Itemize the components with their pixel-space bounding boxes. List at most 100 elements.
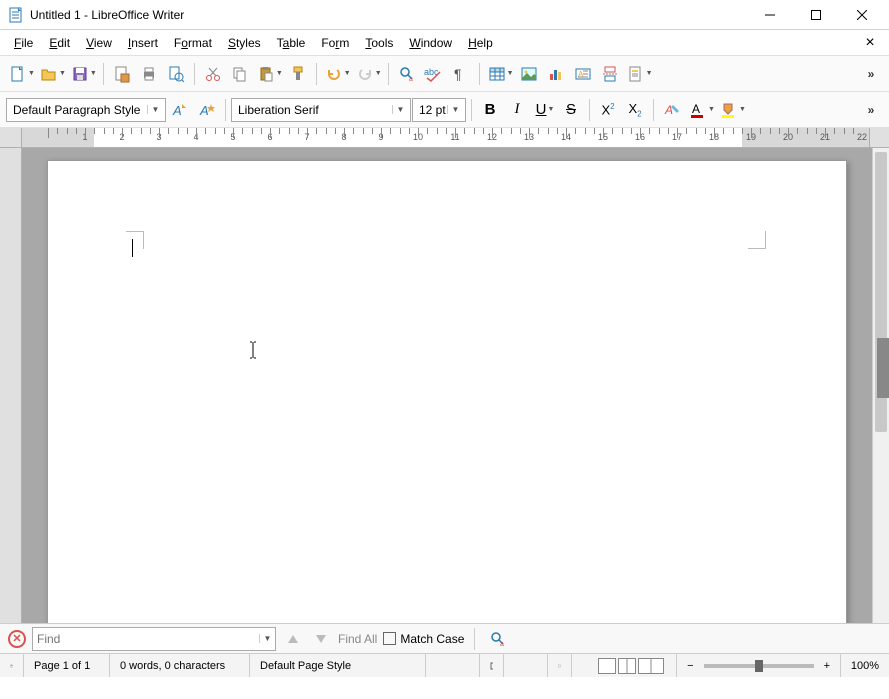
page[interactable] — [47, 160, 847, 623]
insert-table-button[interactable]: ▼ — [485, 61, 515, 87]
menu-insert[interactable]: Insert — [120, 33, 166, 53]
menu-tools[interactable]: Tools — [357, 33, 401, 53]
find-toolbar: ✕ ▼ Find All Match Case a — [0, 623, 889, 653]
svg-text:a: a — [409, 76, 413, 83]
find-options-button[interactable]: a — [485, 626, 511, 652]
print-button[interactable] — [136, 61, 162, 87]
document-area — [0, 148, 889, 623]
paste-button[interactable]: ▼ — [254, 61, 284, 87]
document-canvas[interactable] — [22, 148, 872, 623]
title-bar: Untitled 1 - LibreOffice Writer — [0, 0, 889, 30]
undo-button[interactable]: ▼ — [322, 61, 352, 87]
print-preview-button[interactable] — [163, 61, 189, 87]
svg-text:A: A — [199, 103, 209, 118]
menu-bar: File Edit View Insert Format Styles Tabl… — [0, 30, 889, 56]
svg-text:a: a — [500, 641, 504, 648]
single-page-view-button[interactable] — [598, 658, 616, 674]
clone-formatting-button[interactable] — [285, 61, 311, 87]
find-previous-button[interactable] — [282, 629, 304, 649]
font-color-button[interactable]: A▼ — [686, 97, 716, 123]
word-count-status[interactable]: 0 words, 0 characters — [110, 654, 250, 677]
formatting-toolbar: Default Paragraph Style▼ A A Liberation … — [0, 92, 889, 128]
menu-table[interactable]: Table — [269, 33, 314, 53]
save-status-icon[interactable] — [0, 654, 24, 677]
zoom-percent[interactable]: 100% — [841, 654, 889, 677]
maximize-button[interactable] — [793, 0, 839, 30]
menu-window[interactable]: Window — [401, 33, 460, 53]
window-title: Untitled 1 - LibreOffice Writer — [30, 8, 747, 22]
close-findbar-button[interactable]: ✕ — [8, 630, 26, 648]
font-name-combo[interactable]: Liberation Serif▼ — [231, 98, 411, 122]
subscript-button[interactable]: X2 — [622, 97, 648, 123]
italic-button[interactable]: I — [504, 97, 530, 123]
margin-marker-top-right — [748, 231, 766, 249]
menu-view[interactable]: View — [78, 33, 120, 53]
new-style-button[interactable]: A — [194, 97, 220, 123]
text-caret — [132, 239, 133, 257]
match-case-checkbox[interactable]: Match Case — [383, 632, 464, 646]
redo-button[interactable]: ▼ — [353, 61, 383, 87]
copy-button[interactable] — [227, 61, 253, 87]
font-size-combo[interactable]: 12 pt▼ — [412, 98, 466, 122]
standard-toolbar: ▼ ▼ ▼ ▼ ▼ ▼ a abc ¶ ▼ A ▼ » — [0, 56, 889, 92]
horizontal-ruler[interactable]: 12345678910111213141516171819202122 — [0, 128, 889, 148]
selection-mode-status[interactable] — [504, 654, 548, 677]
insert-field-button[interactable]: ▼ — [624, 61, 654, 87]
insert-image-button[interactable] — [516, 61, 542, 87]
ibeam-cursor-icon — [248, 341, 258, 359]
find-next-button[interactable] — [310, 629, 332, 649]
svg-text:¶: ¶ — [454, 66, 462, 82]
book-view-button[interactable] — [638, 658, 664, 674]
strikethrough-button[interactable]: S — [558, 97, 584, 123]
signature-status[interactable] — [548, 654, 572, 677]
sidebar-handle[interactable] — [877, 338, 889, 398]
svg-text:A: A — [664, 103, 673, 117]
cut-button[interactable] — [200, 61, 226, 87]
underline-button[interactable]: U▼ — [531, 97, 557, 123]
insert-textbox-button[interactable]: A — [570, 61, 596, 87]
menu-edit[interactable]: Edit — [41, 33, 78, 53]
menu-file[interactable]: File — [6, 33, 41, 53]
superscript-button[interactable]: X2 — [595, 97, 621, 123]
open-button[interactable]: ▼ — [37, 61, 67, 87]
menu-form[interactable]: Form — [313, 33, 357, 53]
paragraph-style-combo[interactable]: Default Paragraph Style▼ — [6, 98, 166, 122]
zoom-out-button[interactable]: − — [683, 660, 697, 672]
zoom-in-button[interactable]: + — [820, 660, 834, 672]
margin-marker-top-left — [126, 231, 144, 249]
find-all-button[interactable]: Find All — [338, 632, 377, 646]
svg-text:A: A — [692, 102, 700, 116]
minimize-button[interactable] — [747, 0, 793, 30]
insert-page-break-button[interactable] — [597, 61, 623, 87]
save-button[interactable]: ▼ — [68, 61, 98, 87]
page-style-status[interactable]: Default Page Style — [250, 654, 426, 677]
page-number-status[interactable]: Page 1 of 1 — [24, 654, 110, 677]
menu-format[interactable]: Format — [166, 33, 220, 53]
vertical-ruler[interactable] — [0, 148, 22, 623]
status-bar: Page 1 of 1 0 words, 0 characters Defaul… — [0, 653, 889, 677]
view-buttons — [572, 654, 677, 677]
format-toolbar-overflow-button[interactable]: » — [857, 97, 883, 123]
insert-mode-status[interactable] — [480, 654, 504, 677]
insert-chart-button[interactable] — [543, 61, 569, 87]
find-input[interactable] — [33, 629, 259, 649]
menu-help[interactable]: Help — [460, 33, 501, 53]
export-pdf-button[interactable] — [109, 61, 135, 87]
find-replace-button[interactable]: a — [394, 61, 420, 87]
close-document-button[interactable]: × — [857, 34, 883, 52]
clear-formatting-button[interactable]: A — [659, 97, 685, 123]
language-status[interactable] — [426, 654, 480, 677]
bold-button[interactable]: B — [477, 97, 503, 123]
highlight-color-button[interactable]: ▼ — [717, 97, 747, 123]
close-button[interactable] — [839, 0, 885, 30]
zoom-control: − + — [677, 654, 841, 677]
toolbar-overflow-button[interactable]: » — [857, 61, 883, 87]
formatting-marks-button[interactable]: ¶ — [448, 61, 474, 87]
menu-styles[interactable]: Styles — [220, 33, 269, 53]
update-style-button[interactable]: A — [167, 97, 193, 123]
find-input-wrapper[interactable]: ▼ — [32, 627, 276, 651]
multi-page-view-button[interactable] — [618, 658, 636, 674]
new-button[interactable]: ▼ — [6, 61, 36, 87]
zoom-slider[interactable] — [704, 664, 814, 668]
spellcheck-button[interactable]: abc — [421, 61, 447, 87]
